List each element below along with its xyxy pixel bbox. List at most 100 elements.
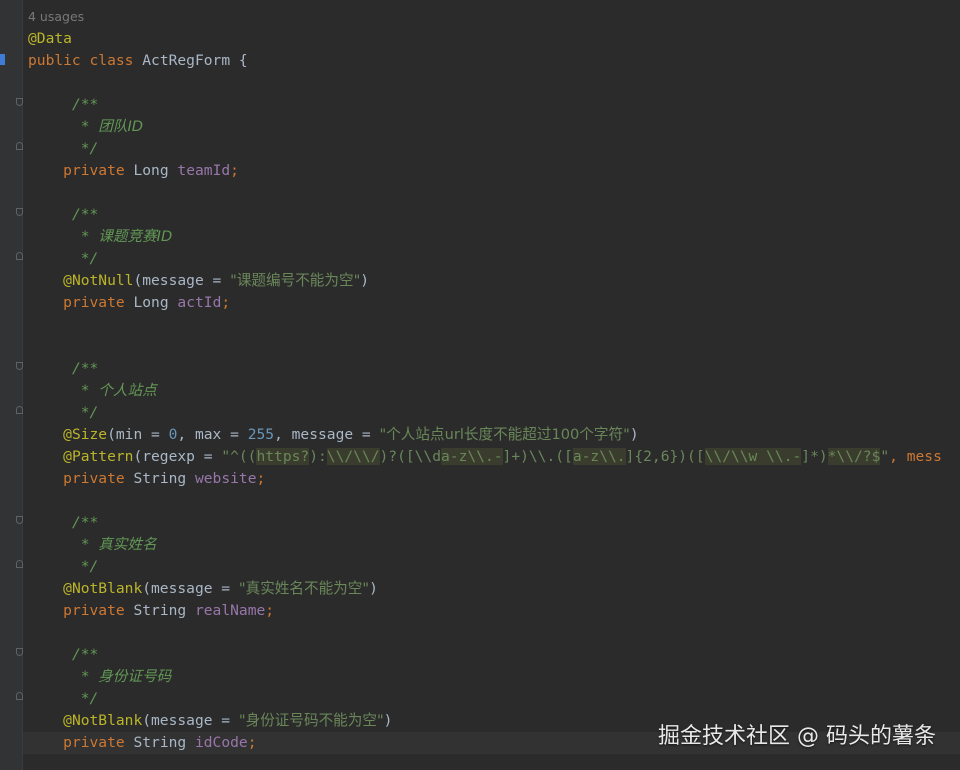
keyword: private	[63, 602, 125, 619]
doc-comment: 身份证号码	[98, 668, 172, 685]
doc-comment: 课题竞赛ID	[98, 228, 173, 245]
code-line: /**	[28, 94, 960, 116]
field-name: website	[194, 470, 257, 487]
regex-literal: ]{2,6})([	[625, 448, 705, 465]
annotation-args: , message =	[274, 426, 380, 443]
annotation: @Data	[28, 30, 72, 47]
field-name: teamId	[177, 162, 231, 179]
regex-literal: "	[880, 448, 890, 465]
regex-literal: \\/\\w \\.-	[704, 448, 802, 465]
fold-icon[interactable]	[16, 252, 23, 260]
paren: )	[383, 712, 393, 729]
code-line: /**	[28, 512, 960, 534]
code-line: /**	[28, 644, 960, 666]
doc-comment: 个人站点	[98, 382, 157, 399]
fold-icon[interactable]	[16, 208, 23, 216]
fold-icon[interactable]	[16, 406, 23, 414]
string-literal: "身份证号码不能为空"	[238, 712, 384, 729]
fold-icon[interactable]	[16, 560, 23, 568]
field-name: realName	[194, 602, 266, 619]
code-line: */	[28, 556, 960, 578]
annotation-args: (message =	[133, 272, 231, 289]
type-name: String	[133, 602, 187, 619]
doc-comment: */	[80, 558, 99, 575]
doc-comment: /**	[71, 206, 99, 223]
fold-icon[interactable]	[16, 692, 23, 700]
fold-icon[interactable]	[16, 648, 23, 656]
usages-hint[interactable]: 4 usages	[28, 9, 84, 24]
doc-comment: */	[80, 690, 99, 707]
semicolon: ;	[247, 734, 257, 751]
string-literal: "课题编号不能为空"	[230, 272, 361, 289]
fold-icon[interactable]	[16, 98, 23, 106]
regex-literal: \\.-	[467, 448, 503, 465]
doc-comment: /**	[71, 96, 99, 113]
regex-literal: a-z	[572, 448, 600, 465]
regex-literal: ]+)\\.([	[502, 448, 573, 465]
class-name: ActRegForm	[142, 52, 231, 69]
string-literal: "个人站点url长度不能超过100个字符"	[379, 426, 630, 443]
doc-comment: */	[80, 140, 99, 157]
regex-literal: "^((	[221, 448, 257, 465]
code-line: @Pattern(regexp = "^((https?):\\/\\/)?([…	[28, 446, 960, 468]
annotation-args: , max =	[177, 426, 248, 443]
paren: )	[360, 272, 370, 289]
keyword: private	[63, 734, 125, 751]
fold-icon[interactable]	[16, 362, 23, 370]
annotation: @NotBlank	[63, 712, 143, 729]
doc-comment: *	[80, 536, 99, 553]
semicolon: ;	[221, 294, 231, 311]
code-line: private Long actId;	[28, 292, 960, 314]
regex-literal: *\\/?$	[827, 448, 881, 465]
regex-literal: \\.	[599, 448, 626, 465]
doc-comment: *	[80, 228, 99, 245]
regex-literal: ):	[309, 448, 327, 465]
type-name: Long	[133, 162, 169, 179]
code-line: @Size(min = 0, max = 255, message = "个人站…	[28, 424, 960, 446]
code-line: */	[28, 402, 960, 424]
regex-literal: ]*)	[801, 448, 828, 465]
doc-comment: /**	[71, 514, 99, 531]
code-line: * 个人站点	[28, 380, 960, 402]
code-line: * 身份证号码	[28, 666, 960, 688]
keyword: private	[63, 294, 125, 311]
annotation-args: (message =	[142, 712, 239, 729]
keyword: class	[89, 52, 134, 69]
paren: )	[629, 426, 639, 443]
string-literal: "真实姓名不能为空"	[238, 580, 370, 597]
editor-gutter	[0, 0, 23, 770]
code-editor[interactable]: 4 usages @Data public class ActRegForm {…	[28, 6, 960, 754]
keyword: public	[28, 52, 81, 69]
number-literal: 255	[247, 426, 275, 443]
bookmark-icon[interactable]	[0, 54, 5, 65]
code-line: */	[28, 138, 960, 160]
code-line: @Data	[28, 28, 960, 50]
doc-comment: */	[80, 250, 99, 267]
regex-literal: a-z	[441, 448, 468, 465]
code-line: @NotBlank(message = "真实姓名不能为空")	[28, 578, 960, 600]
code-line: * 课题竞赛ID	[28, 226, 960, 248]
field-name: actId	[177, 294, 222, 311]
doc-comment: /**	[71, 646, 99, 663]
annotation-args: (min =	[107, 426, 169, 443]
watermark: 掘金技术社区 @ 码头的薯条	[658, 724, 936, 749]
doc-comment: 团队ID	[98, 118, 144, 135]
type-name: String	[133, 734, 187, 751]
code-line: */	[28, 248, 960, 270]
regex-literal: https?	[256, 448, 310, 465]
keyword: private	[63, 162, 125, 179]
doc-comment: 真实姓名	[98, 536, 157, 553]
brace: {	[238, 52, 248, 69]
fold-icon[interactable]	[16, 516, 23, 524]
doc-comment: */	[80, 404, 99, 421]
code-line: * 真实姓名	[28, 534, 960, 556]
doc-comment: *	[80, 118, 99, 135]
type-name: Long	[133, 294, 169, 311]
fold-icon[interactable]	[16, 142, 23, 150]
keyword: private	[63, 470, 125, 487]
regex-literal: \\/\\/	[326, 448, 380, 465]
